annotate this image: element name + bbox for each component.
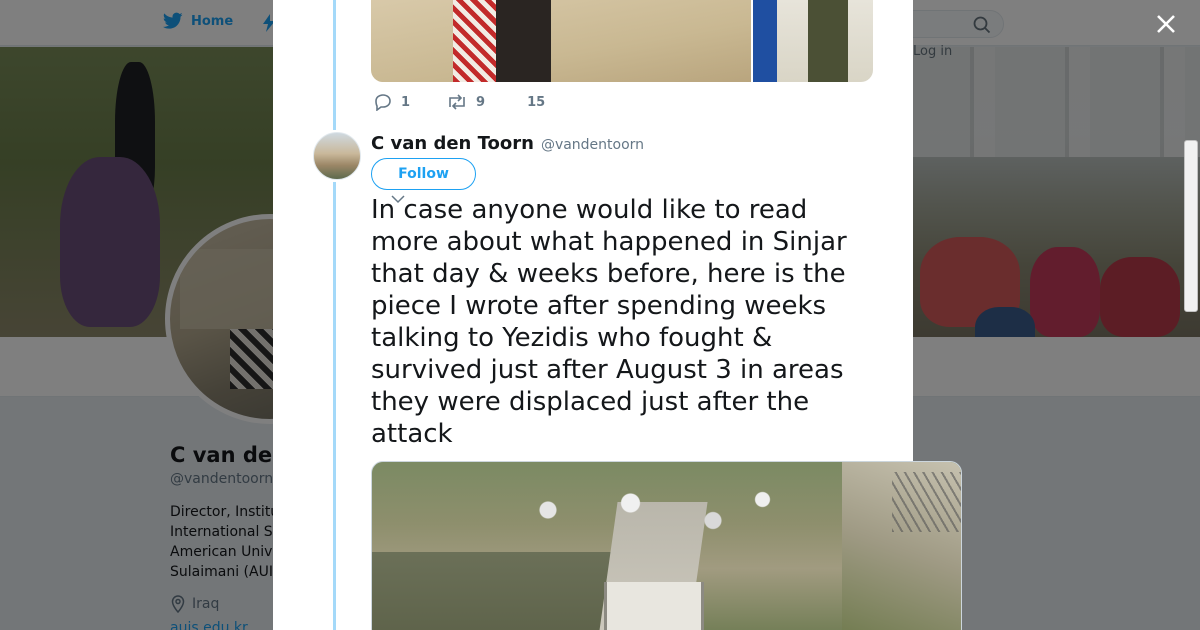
tweet-author[interactable]: C van den Toorn @vandentoorn: [371, 133, 644, 154]
reply-icon: [375, 94, 391, 111]
reply-count: 1: [401, 94, 411, 110]
tweet-media-image[interactable]: [371, 461, 962, 630]
reply-button[interactable]: 1: [373, 93, 410, 111]
retweet-button[interactable]: 9: [446, 93, 485, 111]
retweet-icon: [449, 94, 465, 110]
photo-bridge: [604, 582, 704, 630]
close-icon[interactable]: [1152, 10, 1180, 38]
follow-button[interactable]: Follow: [371, 158, 476, 190]
photo-figure: [753, 0, 777, 82]
photo-scarf: [453, 0, 501, 82]
previous-tweet-media[interactable]: [371, 0, 873, 82]
photo-robe: [496, 0, 551, 82]
like-count: 15: [527, 94, 546, 110]
photo-figure: [808, 0, 848, 82]
retweet-count: 9: [476, 94, 486, 110]
photo-fence: [892, 472, 961, 532]
photo-vehicles: [482, 482, 812, 552]
previous-tweet-actions: 1 9 15: [373, 93, 581, 111]
author-name[interactable]: C van den Toorn: [371, 133, 534, 154]
tweet-modal: 1 9 15 C van den Toorn @vandentoorn Foll…: [273, 0, 962, 630]
previous-media-photo[interactable]: [371, 0, 751, 82]
thread-connector-line: [333, 0, 336, 130]
like-button[interactable]: 15: [527, 95, 545, 110]
photo-riverbank: [372, 552, 612, 630]
tweet-text: In case anyone would like to read more a…: [371, 195, 847, 449]
author-avatar[interactable]: [313, 132, 361, 180]
previous-media-photo[interactable]: [753, 0, 873, 82]
scrollbar-thumb[interactable]: [1184, 140, 1198, 312]
thread-connector-line: [333, 182, 336, 630]
author-handle[interactable]: @vandentoorn: [541, 137, 644, 153]
